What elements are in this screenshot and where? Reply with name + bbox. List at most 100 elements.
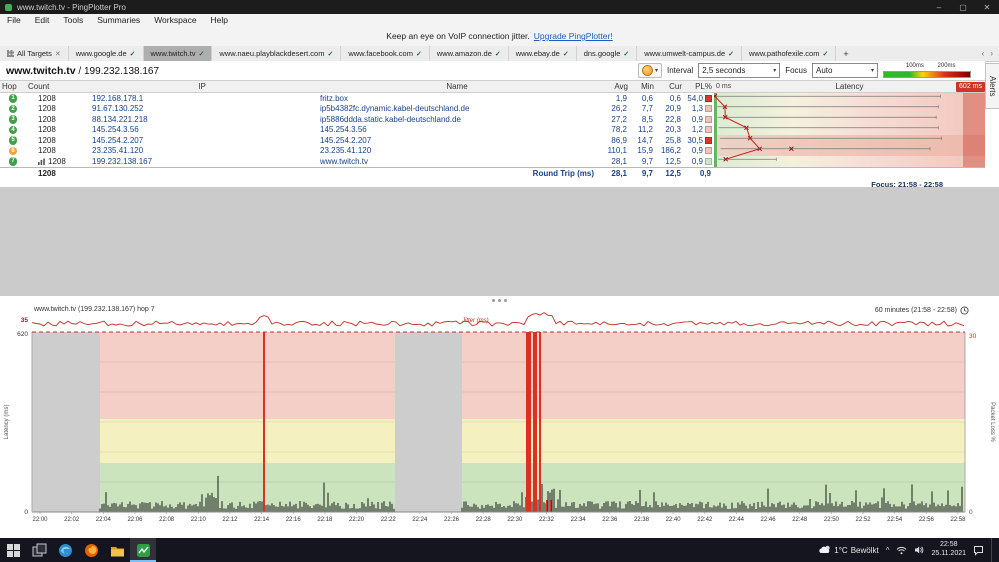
hop-rows: 1 1208 192.168.178.1 fritz.box 1,9 0,6 0,6 54,0… — [0, 93, 985, 167]
hop-row-2[interactable]: 2 1208 91.67.130.252 ip5b4382fc.dynamic.kab… — [0, 103, 985, 114]
svg-text:22:02: 22:02 — [64, 517, 80, 523]
roundtrip-count: 1208 — [38, 168, 56, 178]
hop-row-6[interactable]: 6 1208 23.235.41.120 23.235.41.120 110,1 15,9… — [0, 145, 985, 156]
scroll-tabs-left[interactable]: ‹ — [980, 49, 987, 58]
hop-row-4[interactable]: 4 1208 145.254.3.56 145.254.3.56 78,2 11,2 20,… — [0, 124, 985, 135]
focus-select[interactable]: Auto ▾ — [812, 63, 878, 78]
tab-alerts[interactable]: Alerts — [985, 63, 999, 109]
menu-file[interactable]: File — [0, 15, 28, 25]
tab-dns.google[interactable]: dns.google ✓ — [577, 46, 638, 61]
show-desktop-button[interactable] — [991, 538, 996, 562]
hop-cell: 6 — [0, 146, 26, 155]
hop-row-3[interactable]: 3 1208 88.134.221.218 ip5886ddda.static.kab… — [0, 114, 985, 125]
roundtrip-row: 1208 Round Trip (ms) 28,1 9,7 12,5 0,9 — [0, 166, 985, 179]
edge-button[interactable] — [52, 538, 78, 562]
latency-band — [714, 124, 985, 135]
wifi-icon[interactable] — [896, 546, 907, 555]
col-cur[interactable]: Cur — [656, 82, 684, 91]
menu-workspace[interactable]: Workspace — [147, 15, 203, 25]
legend-200ms: 200ms — [937, 63, 956, 69]
tab-www.pathofexile.com[interactable]: www.pathofexile.com ✓ — [742, 46, 837, 61]
ip-cell: 145.254.2.207 — [92, 135, 144, 145]
tab-www.twitch.tv[interactable]: www.twitch.tv ✓ — [143, 46, 213, 61]
latency-scale-min: 0 ms — [716, 83, 732, 90]
tab-www.amazon.de[interactable]: www.amazon.de ✓ — [430, 46, 509, 61]
action-center-icon[interactable] — [973, 545, 984, 556]
ip-cell: 145.254.3.56 — [92, 125, 139, 135]
col-avg[interactable]: Avg — [598, 82, 630, 91]
col-ip[interactable]: IP — [88, 82, 316, 91]
scroll-tabs-right[interactable]: › — [988, 49, 995, 58]
menu-edit[interactable]: Edit — [28, 15, 57, 25]
trace-table: Hop Count IP Name Avg Min Cur PL% 0 ms L… — [0, 80, 985, 190]
col-pl[interactable]: PL% — [684, 82, 714, 91]
notice-text: Keep an eye on VoIP connection jitter. — [386, 31, 530, 41]
packet-loss-indicator — [705, 157, 712, 165]
maximize-button[interactable]: ▢ — [951, 0, 975, 14]
upgrade-link[interactable]: Upgrade PingPlotter! — [534, 31, 613, 41]
timeline-range-button[interactable]: 60 minutes (21:58 - 22:58) — [875, 306, 969, 315]
hop-row-5[interactable]: 5 1208 145.254.2.207 145.254.2.207 86,9 14,7 2… — [0, 135, 985, 146]
tab-label: www.umwelt-campus.de — [644, 49, 726, 58]
start-button[interactable] — [0, 538, 26, 562]
menu-summaries[interactable]: Summaries — [90, 15, 147, 25]
roundtrip-pl: 0,9 — [699, 168, 711, 178]
task-view-button[interactable] — [26, 538, 52, 562]
pingplotter-button[interactable] — [130, 538, 156, 562]
svg-text:22:54: 22:54 — [887, 517, 903, 523]
latency-scale-max-badge: 602 ms — [956, 81, 985, 92]
pl-cell: 30,5 — [684, 136, 714, 145]
latency-band — [714, 135, 985, 146]
hop-number-badge: 2 — [8, 104, 18, 113]
menu-tools[interactable]: Tools — [56, 15, 90, 25]
tab-www.naeu.playblackdesert.com[interactable]: www.naeu.playblackdesert.com ✓ — [212, 46, 342, 61]
tab-all-targets[interactable]: All Targets ✕ — [0, 46, 69, 61]
explorer-button[interactable] — [104, 538, 130, 562]
count-cell: 1208 — [38, 93, 56, 103]
svg-text:Jitter (ms): Jitter (ms) — [461, 318, 489, 324]
target-status-button[interactable]: ▾ — [637, 63, 662, 78]
close-button[interactable]: ✕ — [975, 0, 999, 14]
check-icon: ✓ — [198, 50, 205, 58]
close-tab-icon[interactable]: ✕ — [55, 50, 61, 58]
graphed-hop-icon — [38, 158, 45, 165]
hop-row-7[interactable]: 7 1208 199.232.138.167 www.twitch.tv 28,1 9,7… — [0, 156, 985, 167]
packet-loss-indicator — [705, 126, 712, 134]
avg-cell: 86,9 — [611, 135, 627, 145]
min-cell: 7,7 — [641, 104, 653, 114]
hop-number-badge: 3 — [8, 115, 18, 124]
new-target-tab[interactable]: + — [836, 46, 855, 61]
hop-number-badge: 7 — [8, 157, 18, 166]
pane-splitter[interactable] — [0, 296, 999, 305]
col-hop[interactable]: Hop — [0, 82, 26, 91]
svg-text:22:38: 22:38 — [634, 517, 650, 523]
minimize-button[interactable]: – — [927, 0, 951, 14]
interval-select[interactable]: 2,5 seconds ▾ — [698, 63, 781, 78]
tray-expand-icon[interactable]: ^ — [886, 546, 890, 555]
chevron-down-icon: ▾ — [870, 68, 874, 74]
svg-text:22:32: 22:32 — [539, 517, 555, 523]
timeline-range-label: 60 minutes (21:58 - 22:58) — [874, 307, 957, 314]
svg-text:22:04: 22:04 — [96, 517, 112, 523]
col-count[interactable]: Count — [26, 82, 88, 91]
firefox-button[interactable] — [78, 538, 104, 562]
svg-text:22:20: 22:20 — [349, 517, 365, 523]
hop-row-1[interactable]: 1 1208 192.168.178.1 fritz.box 1,9 0,6 0,6 54,0 — [0, 93, 985, 104]
weather-widget[interactable]: 1°C Bewölkt — [819, 545, 879, 555]
explorer-icon — [110, 546, 124, 556]
tab-www.facebook.com[interactable]: www.facebook.com ✓ — [341, 46, 430, 61]
tab-www.ebay.de[interactable]: www.ebay.de ✓ — [509, 46, 577, 61]
start-icon — [6, 543, 20, 557]
col-name[interactable]: Name — [316, 82, 598, 91]
taskbar-clock[interactable]: 22:58 25.11.2021 — [931, 541, 966, 559]
tab-www.umwelt-campus.de[interactable]: www.umwelt-campus.de ✓ — [637, 46, 742, 61]
col-min[interactable]: Min — [630, 82, 656, 91]
target-controls: ▾ Interval 2,5 seconds ▾ Focus Auto ▾ 10… — [637, 63, 985, 78]
svg-text:22:52: 22:52 — [856, 517, 872, 523]
name-cell: ip5886ddda.static.kabel-deutschland.de — [320, 114, 461, 124]
tab-www.google.de[interactable]: www.google.de ✓ — [69, 46, 144, 61]
menu-help[interactable]: Help — [204, 15, 235, 25]
svg-text:22:30: 22:30 — [507, 517, 523, 523]
speaker-icon[interactable] — [914, 545, 924, 555]
pl-cell: 0,9 — [684, 157, 714, 166]
